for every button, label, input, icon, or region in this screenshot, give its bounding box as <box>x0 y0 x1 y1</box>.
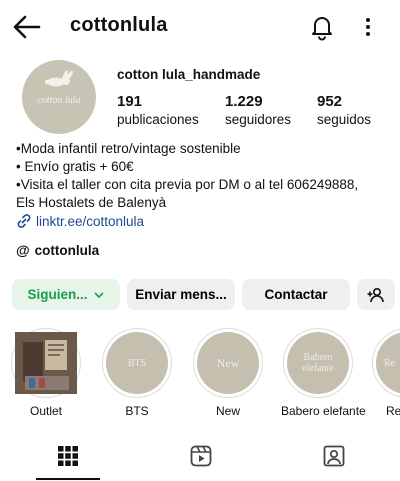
highlight-babero-elefante[interactable]: Babero elefante Babero elefante <box>281 328 366 418</box>
following-button[interactable]: Siguien... <box>12 279 120 310</box>
highlight-label: New <box>215 404 240 418</box>
bio: •Moda infantil retro/vintage sostenible … <box>16 140 392 212</box>
following-label: Siguien... <box>27 287 88 302</box>
stat-followers[interactable]: 1.229 seguidores <box>225 93 291 127</box>
avatar-wordmark: cotton lula <box>37 95 80 106</box>
highlight-ring: New <box>193 328 263 398</box>
highlight-cover: Re <box>376 332 400 394</box>
store-photo-icon <box>15 332 77 394</box>
highlight-ring: Babero elefante <box>283 328 353 398</box>
highlight-ring <box>11 328 81 398</box>
reels-icon[interactable] <box>189 444 213 468</box>
more-vertical-icon[interactable] <box>358 13 378 41</box>
profile-name: cotton lula_handmade <box>117 67 261 82</box>
top-bar: cottonlula <box>0 0 400 54</box>
bio-link-text: linktr.ee/cottonlula <box>36 213 145 229</box>
highlight-cover: Babero elefante <box>287 332 349 394</box>
page-title: cottonlula <box>70 14 168 36</box>
active-tab-indicator <box>36 478 100 480</box>
grid-icon[interactable] <box>56 444 80 468</box>
highlight-label: Babero elefante <box>281 404 366 418</box>
stat-following-label: seguidos <box>317 112 372 127</box>
highlight-label: Re <box>386 404 400 418</box>
highlight-ring: Re <box>372 328 400 398</box>
avatar[interactable]: cotton lula <box>22 60 96 134</box>
message-label: Enviar mens... <box>135 287 227 302</box>
bio-line: •Visita el taller con cita previa por DM… <box>16 177 359 192</box>
stat-posts-value: 191 <box>117 93 143 110</box>
stat-followers-value: 1.229 <box>225 93 263 110</box>
link-icon <box>17 214 31 228</box>
arrow-left-icon[interactable] <box>12 14 42 40</box>
message-button[interactable]: Enviar mens... <box>127 279 235 310</box>
stat-following-value: 952 <box>317 93 343 110</box>
bio-line: Els Hostalets de Balenyà <box>16 195 167 210</box>
contact-label: Contactar <box>264 287 328 302</box>
highlight-label: BTS <box>125 404 149 418</box>
add-person-icon <box>367 287 384 302</box>
highlight-new[interactable]: New New <box>191 328 265 418</box>
highlight-cover: New <box>197 332 259 394</box>
profile-tabs <box>0 432 400 481</box>
bio-line: •Moda infantil retro/vintage sostenible <box>16 141 241 156</box>
highlight-outlet[interactable]: Outlet <box>9 328 83 418</box>
tagged-icon[interactable] <box>322 444 346 468</box>
bell-icon[interactable] <box>308 13 336 41</box>
contact-button[interactable]: Contactar <box>242 279 350 310</box>
highlight-ring: BTS <box>102 328 172 398</box>
threads-handle: cottonlula <box>34 242 100 258</box>
stat-posts[interactable]: 191 publicaciones <box>117 93 199 127</box>
highlight-cover: BTS <box>106 332 168 394</box>
rabbit-logo: cotton lula <box>37 70 81 106</box>
stat-followers-label: seguidores <box>225 112 292 127</box>
chevron-down-icon <box>94 292 103 298</box>
highlight-partial[interactable]: Re Re <box>372 328 400 418</box>
threads-icon: @ <box>16 242 30 258</box>
add-person-button[interactable] <box>357 279 395 310</box>
bio-line: • Envío gratis + 60€ <box>16 159 134 174</box>
highlight-label: Outlet <box>29 404 62 418</box>
stat-following[interactable]: 952 seguidos <box>317 93 371 127</box>
threads-badge[interactable]: @ cottonlula <box>16 242 99 258</box>
highlight-bts[interactable]: BTS BTS <box>100 328 174 418</box>
stat-posts-label: publicaciones <box>117 112 199 127</box>
bio-link[interactable]: linktr.ee/cottonlula <box>16 213 144 229</box>
highlight-cover <box>15 332 77 394</box>
